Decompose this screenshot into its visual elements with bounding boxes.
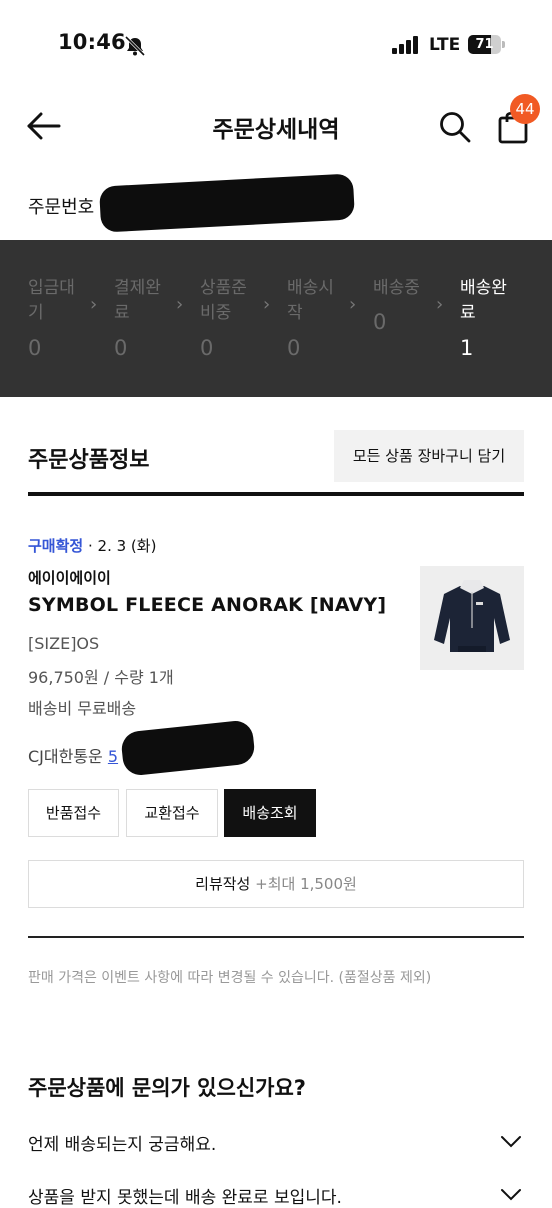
carrier-info: CJ대한통운 5 (28, 743, 118, 767)
step-label: 결제완 료 (114, 278, 161, 323)
network-type: LTE (429, 35, 461, 55)
chevron-right-icon: › (263, 294, 271, 315)
step-label: 배송시 작 (287, 278, 334, 323)
status-time: 10:46 (58, 30, 126, 54)
step-payment-complete: 결제완 료 0 (114, 276, 174, 360)
step-label: 배송완 료 (460, 278, 507, 323)
return-request-button[interactable]: 반품접수 (28, 789, 119, 837)
product-name[interactable]: SYMBOL FLEECE ANORAK [NAVY] (28, 594, 386, 616)
status-date: · 2. 3 (화) (87, 537, 157, 555)
status-label: 구매확정 (28, 537, 84, 555)
battery-level: 71 (475, 37, 494, 52)
track-delivery-button[interactable]: 배송조회 (224, 789, 316, 837)
purchase-status: 구매확정 · 2. 3 (화) (28, 535, 156, 556)
review-reward: +최대 1,500원 (255, 875, 357, 893)
product-price-quantity: 96,750원 / 수량 1개 (28, 668, 174, 687)
faq-item[interactable]: 상품을 받지 못했는데 배송 완료로 보입니다. (28, 1183, 342, 1208)
step-in-transit: 배송중 0 (373, 276, 433, 334)
review-label: 리뷰작성 (195, 875, 251, 893)
order-number-redaction (98, 173, 356, 233)
search-icon[interactable] (438, 110, 472, 144)
divider (28, 936, 524, 938)
step-count: 0 (114, 336, 128, 360)
section-title: 주문상품정보 (28, 448, 150, 473)
write-review-button[interactable]: 리뷰작성 +최대 1,500원 (28, 860, 524, 908)
exchange-request-button[interactable]: 교환접수 (126, 789, 218, 837)
step-count: 0 (373, 310, 387, 334)
step-delivered: 배송완 료 1 (460, 276, 520, 360)
bell-muted-icon (124, 36, 146, 56)
jacket-image (434, 580, 510, 652)
shipping-fee: 배송비 무료배송 (28, 699, 137, 718)
cart-count-badge: 44 (510, 94, 540, 124)
step-awaiting-deposit: 입금대 기 0 (28, 276, 88, 360)
signal-icon (392, 36, 418, 54)
chevron-down-icon[interactable] (500, 1135, 522, 1149)
product-option: [SIZE]OS (28, 634, 100, 653)
tracking-number-redaction (120, 719, 256, 777)
step-label: 배송중 (373, 278, 420, 298)
step-count: 0 (200, 336, 214, 360)
step-preparing: 상품준 비중 0 (200, 276, 260, 360)
chevron-right-icon: › (349, 294, 357, 315)
faq-item[interactable]: 언제 배송되는지 궁금해요. (28, 1130, 216, 1155)
step-count: 1 (460, 336, 474, 360)
order-progress: 입금대 기 0 › 결제완 료 0 › 상품준 비중 0 › 배송시 작 0 ›… (0, 240, 552, 397)
step-shipping-started: 배송시 작 0 (287, 276, 347, 360)
carrier-name: CJ대한통운 (28, 747, 103, 766)
chevron-right-icon: › (90, 294, 98, 315)
chevron-right-icon: › (436, 294, 444, 315)
product-thumbnail[interactable] (420, 566, 524, 670)
order-number-label: 주문번호 (28, 197, 95, 218)
divider (28, 492, 524, 496)
chevron-right-icon: › (176, 294, 184, 315)
add-all-to-cart-button[interactable]: 모든 상품 장바구니 담기 (334, 430, 524, 482)
step-label: 상품준 비중 (200, 278, 247, 323)
price-notice: 판매 가격은 이벤트 사항에 따라 변경될 수 있습니다. (품절상품 제외) (28, 970, 432, 986)
battery-icon: 71 (468, 35, 506, 55)
tracking-number-link[interactable]: 5 (108, 747, 118, 766)
product-brand[interactable]: 에이이에이이 (28, 567, 111, 588)
step-count: 0 (28, 336, 42, 360)
step-count: 0 (287, 336, 301, 360)
step-label: 입금대 기 (28, 278, 75, 323)
order-number: 주문번호 (28, 193, 94, 219)
faq-title: 주문상품에 문의가 있으신가요? (28, 1076, 306, 1100)
